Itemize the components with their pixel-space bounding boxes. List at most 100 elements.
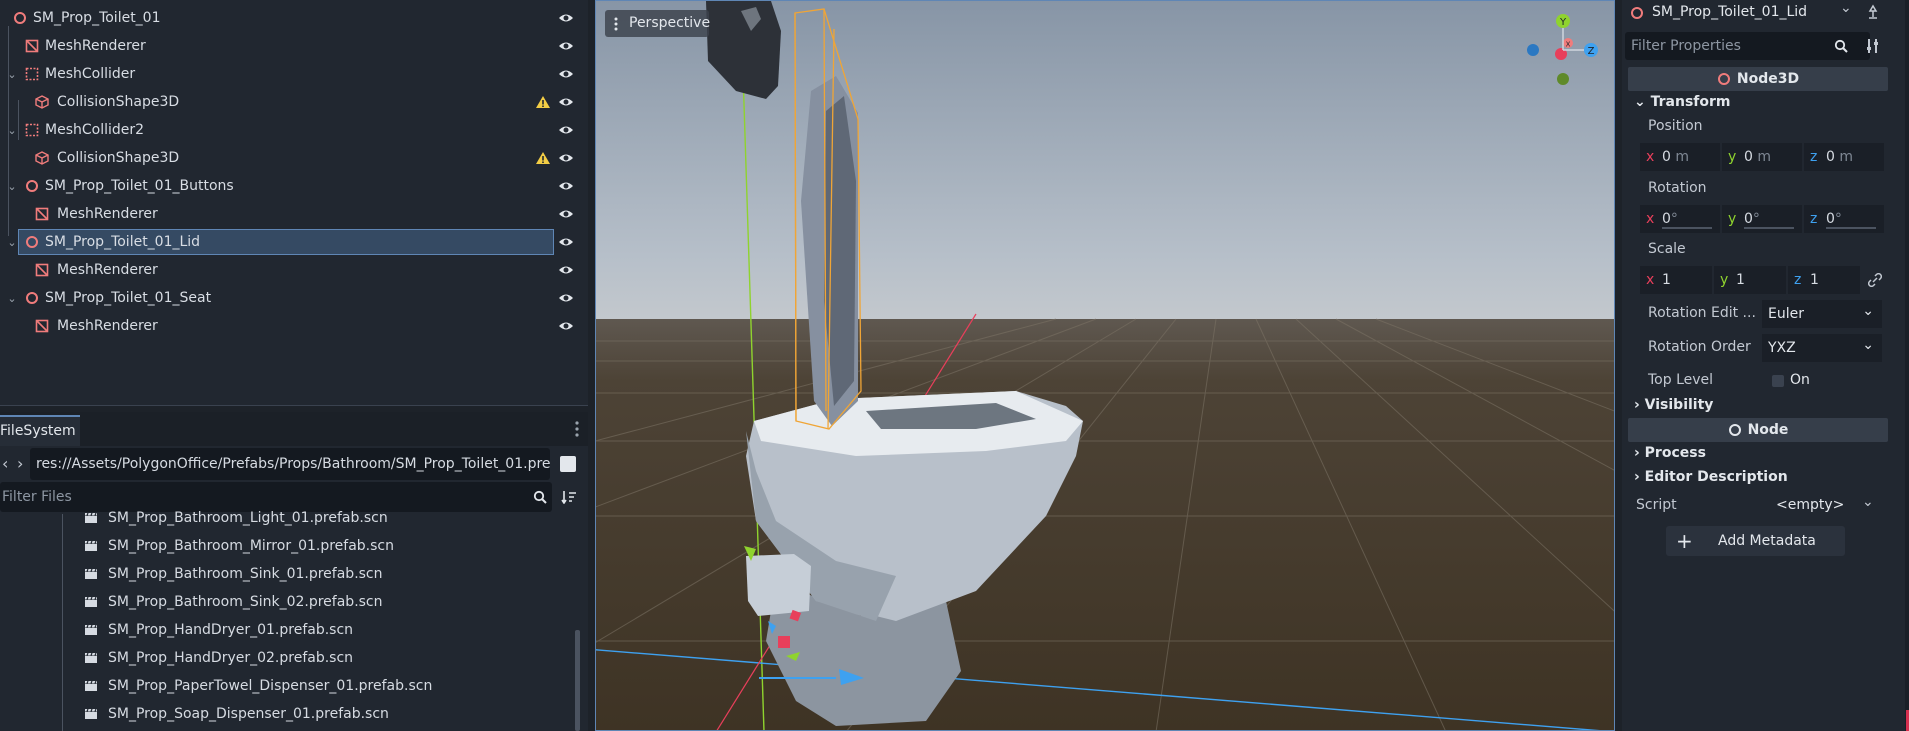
tree-row-sm-prop-toilet-01[interactable]: SM_Prop_Toilet_01 — [0, 5, 580, 31]
unit-label: m — [1675, 149, 1690, 165]
chevron-down-icon[interactable]: ⌄ — [7, 229, 17, 255]
file-name: SM_Prop_HandDryer_01.prefab.scn — [108, 622, 354, 638]
file-name: SM_Prop_Bathroom_Sink_01.prefab.scn — [108, 566, 383, 582]
add-metadata-label: Add Metadata — [1718, 533, 1816, 549]
group-title: Editor Description — [1644, 469, 1788, 485]
add-metadata-button[interactable]: + Add Metadata — [1666, 526, 1845, 556]
rotation-x-value: 0 — [1662, 211, 1671, 227]
rotation-edit-dropdown[interactable]: Euler ⌄ — [1762, 300, 1882, 328]
file-item[interactable]: SM_Prop_Bathroom_Light_01.prefab.scn — [84, 504, 388, 532]
visibility-group[interactable]: › Visibility — [1634, 397, 1713, 413]
kebab-menu-icon[interactable] — [574, 420, 580, 438]
warning-icon[interactable] — [535, 151, 551, 165]
file-item[interactable]: SM_Prop_Bathroom_Sink_02.prefab.scn — [84, 588, 383, 616]
visibility-eye-icon[interactable] — [558, 123, 574, 137]
group-title: Visibility — [1644, 397, 1714, 413]
chevron-down-icon[interactable]: ⌄ — [7, 173, 17, 199]
kebab-menu-icon — [614, 17, 618, 31]
visibility-eye-icon[interactable] — [558, 67, 574, 81]
tree-row-mesh-renderer[interactable]: MeshRenderer — [0, 33, 580, 59]
node3d-section-header[interactable]: Node3D — [1628, 67, 1888, 91]
process-group[interactable]: › Process — [1634, 445, 1706, 461]
chevron-down-icon: ⌄ — [1634, 94, 1646, 110]
position-y-field[interactable]: y0 m — [1722, 143, 1802, 171]
rotation-edit-value: Euler — [1768, 306, 1804, 322]
back-arrow-icon[interactable]: ‹ — [2, 454, 8, 473]
tree-row-mesh-collider[interactable]: ⌄ MeshCollider — [0, 61, 580, 87]
file-item[interactable]: SM_Prop_HandDryer_02.prefab.scn — [84, 644, 353, 672]
file-name: SM_Prop_PaperTowel_Dispenser_01.prefab.s… — [108, 678, 433, 694]
rotation-label: Rotation — [1648, 180, 1707, 196]
scale-z-field[interactable]: z1 — [1788, 266, 1860, 294]
forward-arrow-icon[interactable]: › — [17, 454, 23, 473]
visibility-eye-icon[interactable] — [558, 39, 574, 53]
tree-row-collision-shape[interactable]: CollisionShape3D — [0, 145, 580, 171]
node3d-icon — [1631, 7, 1643, 19]
tree-row-mesh-renderer[interactable]: MeshRenderer — [0, 313, 580, 339]
orientation-gizmo[interactable]: Y Z X — [1522, 10, 1602, 90]
tree-row-toilet-buttons[interactable]: ⌄ SM_Prop_Toilet_01_Buttons — [0, 173, 580, 199]
warning-icon[interactable] — [535, 95, 551, 109]
visibility-eye-icon[interactable] — [558, 319, 574, 333]
layout-toggle-icon[interactable] — [560, 456, 576, 472]
visibility-eye-icon[interactable] — [558, 179, 574, 193]
rotation-y-field[interactable]: y 0° — [1722, 205, 1802, 233]
visibility-eye-icon[interactable] — [558, 235, 574, 249]
node-section-header[interactable]: Node — [1628, 418, 1888, 442]
rotation-order-dropdown[interactable]: YXZ ⌄ — [1762, 334, 1882, 362]
transform-group[interactable]: ⌄ Transform — [1634, 94, 1730, 110]
tab-filesystem[interactable]: FileSystem — [0, 415, 80, 446]
scene-file-icon — [85, 624, 97, 635]
unit-label: ° — [1670, 211, 1678, 227]
script-value[interactable]: <empty> — [1776, 497, 1844, 513]
unit-label: ° — [1834, 211, 1842, 227]
chevron-down-icon[interactable]: ⌄ — [1862, 494, 1874, 510]
group-title: Process — [1644, 445, 1706, 461]
chevron-down-icon[interactable]: ⌄ — [7, 117, 17, 143]
perspective-menu-button[interactable]: Perspective — [605, 10, 710, 37]
mesh-icon — [25, 39, 39, 53]
position-z-field[interactable]: z0 m — [1804, 143, 1884, 171]
tree-row-toilet-seat[interactable]: ⌄ SM_Prop_Toilet_01_Seat — [0, 285, 580, 311]
path-field[interactable]: res://Assets/PolygonOffice/Prefabs/Props… — [30, 448, 550, 480]
object-history-icon[interactable] — [1865, 4, 1881, 20]
rotation-x-field[interactable]: x 0° — [1640, 205, 1720, 233]
visibility-eye-icon[interactable] — [558, 291, 574, 305]
position-x-field[interactable]: x0 m — [1640, 143, 1720, 171]
file-item[interactable]: SM_Prop_Soap_Dispenser_01.prefab.scn — [84, 700, 389, 728]
scrollbar-thumb[interactable] — [575, 630, 580, 731]
tree-row-toilet-lid[interactable]: ⌄ SM_Prop_Toilet_01_Lid — [0, 229, 580, 255]
visibility-eye-icon[interactable] — [558, 11, 574, 25]
file-item[interactable]: SM_Prop_Bathroom_Mirror_01.prefab.scn — [84, 532, 394, 560]
tree-row-mesh-renderer[interactable]: MeshRenderer — [0, 201, 580, 227]
file-item[interactable]: SM_Prop_HandDryer_01.prefab.scn — [84, 616, 353, 644]
chevron-right-icon: › — [1634, 397, 1640, 413]
tree-row-mesh-renderer[interactable]: MeshRenderer — [0, 257, 580, 283]
file-item[interactable]: SM_Prop_PaperTowel_Dispenser_01.prefab.s… — [84, 672, 432, 700]
sort-icon[interactable] — [561, 490, 577, 504]
3d-viewport[interactable] — [595, 0, 1615, 731]
tree-row-label: MeshRenderer — [57, 206, 158, 222]
editor-description-group[interactable]: › Editor Description — [1634, 469, 1788, 485]
visibility-eye-icon[interactable] — [558, 263, 574, 277]
tree-row-collision-shape[interactable]: CollisionShape3D — [0, 89, 580, 115]
unit-label: m — [1839, 149, 1854, 165]
scale-y-field[interactable]: y1 — [1714, 266, 1786, 294]
inspector-panel: SM_Prop_Toilet_01_Lid ⌄ Filter Propertie… — [1622, 0, 1909, 731]
top-level-checkbox[interactable] — [1772, 375, 1784, 387]
tree-row-mesh-collider2[interactable]: ⌄ MeshCollider2 — [0, 117, 580, 143]
visibility-eye-icon[interactable] — [558, 151, 574, 165]
file-item[interactable]: SM_Prop_Bathroom_Sink_01.prefab.scn — [84, 560, 383, 588]
rotation-z-field[interactable]: z 0° — [1804, 205, 1884, 233]
visibility-eye-icon[interactable] — [558, 95, 574, 109]
chevron-down-icon[interactable]: ⌄ — [7, 285, 17, 311]
chevron-down-icon[interactable]: ⌄ — [7, 61, 17, 87]
scene-file-icon — [85, 540, 97, 551]
tools-icon[interactable] — [1866, 38, 1880, 54]
link-icon[interactable] — [1868, 273, 1882, 287]
inspector-header[interactable]: SM_Prop_Toilet_01_Lid ⌄ — [1622, 0, 1892, 26]
file-name: SM_Prop_Bathroom_Light_01.prefab.scn — [108, 510, 388, 526]
chevron-down-icon[interactable]: ⌄ — [1840, 0, 1852, 16]
visibility-eye-icon[interactable] — [558, 207, 574, 221]
scale-x-field[interactable]: x1 — [1640, 266, 1712, 294]
